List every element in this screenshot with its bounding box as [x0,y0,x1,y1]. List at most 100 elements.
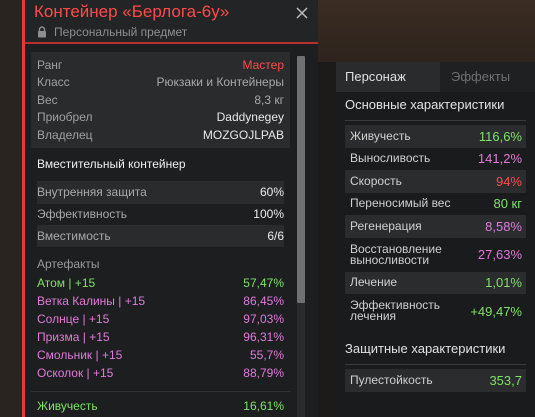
stat-row: Выносливость 141,2% [345,148,526,171]
artifact-name: Смольник | +15 [37,347,123,362]
tab-effects[interactable]: Эффекты [440,62,535,92]
prop-value: 6/6 [267,229,284,243]
info-row-owner: Владелец MOZGOJLPAB [37,126,284,144]
stat-label: Эффективность лечения [350,298,441,323]
tooltip-scrollbar[interactable] [297,56,305,417]
background-stripe [318,0,535,62]
prop-value: 100% [253,207,284,221]
divider [345,120,526,121]
prop-row: Вместимость 6/6 [37,224,284,247]
info-key: Ранг [37,57,63,72]
info-key: Класс [37,75,70,90]
info-key: Владелец [37,127,93,142]
stat-value: 116,6% [478,128,522,144]
prop-row: Внутренняя защита 60% [37,180,284,203]
info-value: Рюкзаки и Контейнеры [156,75,284,90]
artifact-row: Атом | +15 57,47% [37,274,284,292]
artifact-name: Солнце | +15 [37,311,110,326]
info-row-weight: Вес 8,3 кг [37,91,284,109]
artifact-name: Ветка Калины | +15 [37,293,146,308]
stat-label: Переносимый вес [350,196,451,211]
artifact-value: 97,03% [243,311,284,326]
stat-label: Восстановление выносливости [350,241,442,267]
stat-value: 1,01% [485,275,522,291]
divider [345,364,526,365]
artifact-row: Ветка Калины | +15 86,45% [37,292,284,310]
item-type: Вместительный контейнер [37,157,186,171]
artifact-name: Атом | +15 [37,275,96,290]
prop-key: Вместимость [37,229,111,243]
close-icon [296,7,308,19]
section-defense-title: Защитные характеристики [345,341,506,356]
artifact-value: 86,45% [243,293,284,308]
artifact-value: 55,7% [249,347,284,362]
character-panel: Персонаж Эффекты Основные характеристики… [336,62,535,417]
artifact-value: 57,47% [243,275,284,290]
stat-label: Живучесть [350,128,411,143]
info-block: Ранг Мастер Класс Рюкзаки и Контейнеры В… [31,52,290,148]
bonus-key: Живучесть [37,399,98,414]
artifact-row: Солнце | +15 97,03% [37,310,284,328]
bonus-value: 16,61% [243,399,284,414]
stat-label: Регенерация [350,218,422,233]
stat-label: Пулестойкость [350,372,433,387]
artifact-name: Осколок | +15 [37,365,114,380]
item-tooltip: Контейнер «Берлога-6у» Персональный пред… [22,0,318,417]
stat-row: Переносимый вес 80 кг [345,193,526,216]
prop-key: Внутренняя защита [37,185,147,199]
section-main-title: Основные характеристики [345,97,505,112]
item-subtitle: Персональный предмет [37,25,187,39]
stat-label: Выносливость [350,151,431,166]
tab-character[interactable]: Персонаж [336,62,440,92]
stat-value: 27,63% [477,247,522,262]
stat-row: Пулестойкость 353,7 [345,369,526,392]
panel-tabs: Персонаж Эффекты [336,62,535,92]
props-block: Внутренняя защита 60% Эффективность 100%… [31,180,290,247]
bonus-block: Живучесть 16,61% [31,390,290,416]
info-value: Мастер [242,57,284,72]
stat-label: Лечение [350,275,398,290]
lock-icon [37,26,47,38]
stat-row: Лечение 1,01% [345,271,526,294]
artifact-row: Осколок | +15 88,79% [37,364,284,382]
stat-value: 141,2% [477,151,522,167]
defense-stats-list: Пулестойкость 353,7 [345,369,526,392]
tooltip-body: Ранг Мастер Класс Рюкзаки и Контейнеры В… [31,52,290,417]
stat-value: 80 кг [493,196,522,212]
info-key: Приобрел [37,110,93,125]
prop-value: 60% [259,185,284,199]
stat-row: Живучесть 116,6% [345,125,526,148]
stat-label: Скорость [350,173,402,188]
subtitle-text: Персональный предмет [54,25,188,39]
scrollbar-thumb[interactable] [297,56,305,303]
close-button[interactable] [295,6,309,20]
stat-value: 8,58% [485,218,522,234]
info-key: Вес [37,92,58,107]
stat-row: Регенерация 8,58% [345,215,526,238]
bonus-row: Живучесть 16,61% [37,398,284,416]
artifact-value: 96,31% [243,329,284,344]
prop-key: Эффективность [37,207,128,221]
info-row-rank: Ранг Мастер [37,56,284,74]
tooltip-header: Контейнер «Берлога-6у» Персональный пред… [25,0,318,44]
stat-row: Восстановление выносливости 27,63% [345,238,526,272]
info-row-buyer: Приобрел Daddynegey [37,109,284,127]
info-value: MOZGOJLPAB [202,127,284,142]
stat-row: Скорость 94% [345,170,526,193]
artifacts-block: Артефакты Атом | +15 57,47% Ветка Калины… [31,257,290,382]
stat-value: 94% [495,173,522,189]
main-stats-list: Живучесть 116,6% Выносливость 141,2% Ско… [345,125,526,328]
stat-row: Эффективность лечения +49,47% [345,294,526,328]
info-value: Daddynegey [216,110,284,125]
item-title: Контейнер «Берлога-6у» [34,2,230,21]
stat-value: 353,7 [489,372,522,388]
artifact-name: Призма | +15 [37,329,110,344]
artifact-row: Призма | +15 96,31% [37,328,284,346]
artifact-value: 88,79% [243,365,284,380]
artifact-row: Смольник | +15 55,7% [37,346,284,364]
prop-row: Эффективность 100% [37,202,284,225]
info-value: 8,3 кг [254,92,284,107]
artifacts-header: Артефакты [37,256,100,271]
info-row-class: Класс Рюкзаки и Контейнеры [37,74,284,92]
stat-value: +49,47% [470,303,522,319]
